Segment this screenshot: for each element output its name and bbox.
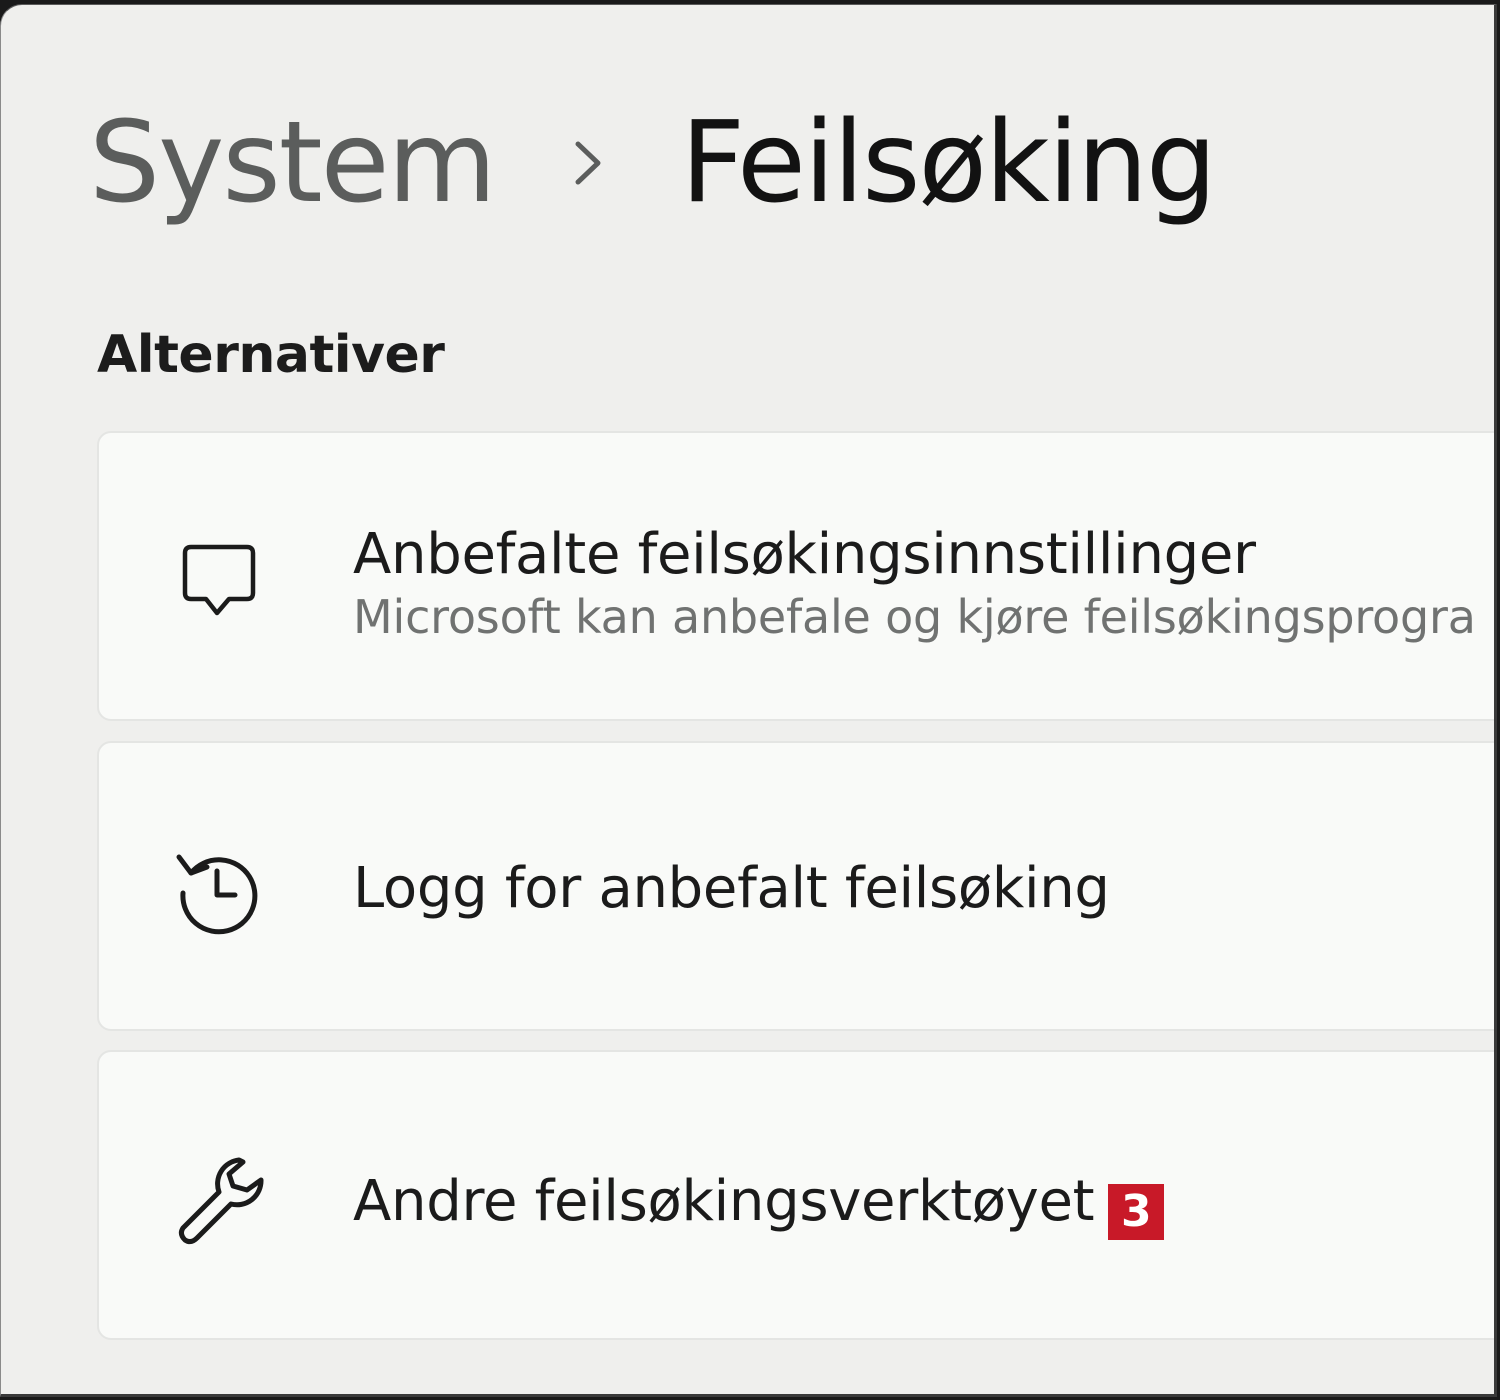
wrench-icon [169,1148,269,1248]
card-recommended-troubleshooting-settings[interactable]: Anbefalte feilsøkingsinnstillinger Micro… [97,431,1494,721]
page-title: Feilsøking [680,98,1217,228]
card-subtitle: Microsoft kan anbefale og kjøre feilsøki… [353,590,1476,645]
section-title: Alternativer [97,325,445,385]
step-badge: 3 [1108,1183,1165,1240]
breadcrumb: System Feilsøking [89,93,1217,233]
history-icon [169,841,269,941]
card-title: Andre feilsøkingsverktøyet [353,1169,1095,1234]
card-title: Anbefalte feilsøkingsinnstillinger [353,522,1256,587]
card-recommended-troubleshooting-history[interactable]: Logg for anbefalt feilsøking [97,741,1494,1031]
card-other-troubleshooters[interactable]: Andre feilsøkingsverktøyet 3 [97,1050,1494,1340]
chat-bubble-icon [169,529,269,629]
breadcrumb-system[interactable]: System [89,98,497,228]
settings-window: System Feilsøking Alternativer Anbefalte… [0,4,1497,1397]
card-title: Logg for anbefalt feilsøking [353,856,1110,921]
chevron-right-icon [539,133,639,193]
